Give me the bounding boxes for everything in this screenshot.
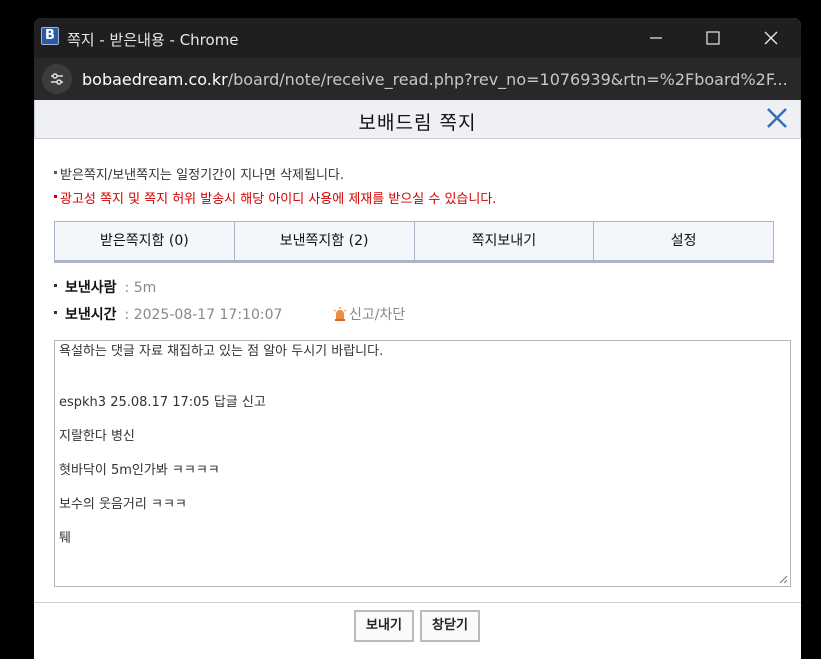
message-line: 퉤 (59, 531, 71, 546)
note-page: 보배드림 쪽지 받은쪽지/보낸쪽지는 일정기간이 지나면 삭제됩니다. 광고성 … (34, 100, 801, 659)
maximize-button[interactable] (693, 24, 733, 52)
notice-warning-text: 광고성 쪽지 및 쪽지 허위 발송시 해당 아이디 사용에 제재를 받으실 수 … (60, 192, 497, 207)
message-line: 욕설하는 댓글 자료 채집하고 있는 점 알아 두시기 바랍니다. (59, 344, 384, 359)
notice-retention-text: 받은쪽지/보낸쪽지는 일정기간이 지나면 삭제됩니다. (60, 168, 345, 183)
tab-inbox[interactable]: 받은쪽지함 (0) (54, 222, 234, 260)
report-label: 신고/차단 (349, 307, 406, 323)
message-line (59, 479, 786, 496)
close-icon (764, 31, 778, 45)
minimize-button[interactable] (636, 24, 676, 52)
siren-icon (333, 307, 347, 321)
tab-compose[interactable]: 쪽지보내기 (413, 222, 594, 260)
close-window-button[interactable]: 창닫기 (420, 610, 480, 642)
message-line: espkh3 25.08.17 17:05 답글 신고 (59, 395, 266, 410)
site-favicon-icon: B (41, 27, 59, 45)
message-line (59, 377, 786, 394)
message-line (59, 411, 786, 428)
message-body[interactable]: 욕설하는 댓글 자료 채집하고 있는 점 알아 두시기 바랍니다. espkh3… (54, 340, 791, 587)
footer-divider (34, 602, 801, 603)
minimize-icon (650, 37, 662, 39)
notice-retention: 받은쪽지/보낸쪽지는 일정기간이 지나면 삭제됩니다. (54, 164, 344, 183)
sender-value: : 5m (124, 280, 157, 296)
sender-row: 보낸사람 : 5m (54, 277, 156, 297)
url-path: /board/note/receive_read.php?rev_no=1076… (227, 70, 788, 89)
note-tabs: 받은쪽지함 (0) 보낸쪽지함 (2) 쪽지보내기 설정 (54, 221, 774, 263)
maximize-icon (706, 31, 720, 45)
bullet-icon (54, 310, 57, 314)
message-line (59, 513, 786, 530)
message-line: 지랄한다 병신 (59, 429, 135, 444)
message-line (59, 445, 786, 462)
sender-label: 보낸사람 (65, 280, 117, 296)
close-icon (767, 108, 787, 128)
send-button[interactable]: 보내기 (354, 610, 414, 642)
url-text[interactable]: bobaedream.co.kr/board/note/receive_read… (82, 70, 794, 89)
browser-window: B 쪽지 - 받은내용 - Chrome bobaedream.co.kr/bo… (34, 18, 801, 659)
site-info-button[interactable] (42, 64, 72, 94)
resize-grip-icon[interactable] (778, 574, 788, 584)
time-row: 보낸시간 : 2025-08-17 17:10:07 (54, 304, 282, 324)
time-value: : 2025-08-17 17:10:07 (124, 307, 283, 323)
bullet-icon (54, 195, 57, 198)
tab-sent[interactable]: 보낸쪽지함 (2) (233, 222, 414, 260)
window-close-button[interactable] (751, 24, 791, 52)
title-bar: B 쪽지 - 받은내용 - Chrome (34, 18, 801, 58)
tab-settings[interactable]: 설정 (593, 222, 774, 260)
message-line (59, 360, 786, 377)
message-line: 혓바닥이 5m인가봐 ㅋㅋㅋㅋ (59, 463, 220, 478)
address-bar: bobaedream.co.kr/board/note/receive_read… (34, 58, 801, 100)
popup-title: 보배드림 쪽지 (358, 112, 477, 134)
bullet-icon (54, 283, 57, 287)
time-label: 보낸시간 (65, 307, 117, 323)
popup-close-button[interactable] (764, 105, 790, 131)
message-line: 보수의 웃음거리 ㅋㅋㅋ (59, 497, 187, 512)
tune-icon (51, 73, 63, 85)
popup-header: 보배드림 쪽지 (34, 100, 801, 139)
window-title: 쪽지 - 받은내용 - Chrome (67, 31, 239, 49)
notice-warning: 광고성 쪽지 및 쪽지 허위 발송시 해당 아이디 사용에 제재를 받으실 수 … (54, 188, 496, 207)
report-block-link[interactable]: 신고/차단 (333, 304, 405, 324)
bullet-icon (54, 171, 57, 174)
url-host: bobaedream.co.kr (82, 70, 228, 89)
